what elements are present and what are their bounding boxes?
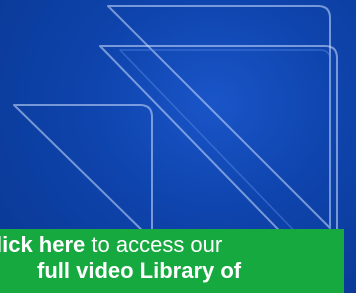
banner-line-1: lick here to access our [0, 233, 222, 257]
banner-text-after-link: to access our [85, 232, 223, 257]
video-library-banner[interactable]: lick here to access our full video Libra… [0, 229, 344, 293]
click-here-link[interactable]: lick here [0, 232, 85, 257]
small-triangle-outline [13, 104, 153, 241]
banner-line-2: full video Library of [37, 258, 242, 283]
large-triangle-outline [107, 5, 331, 229]
